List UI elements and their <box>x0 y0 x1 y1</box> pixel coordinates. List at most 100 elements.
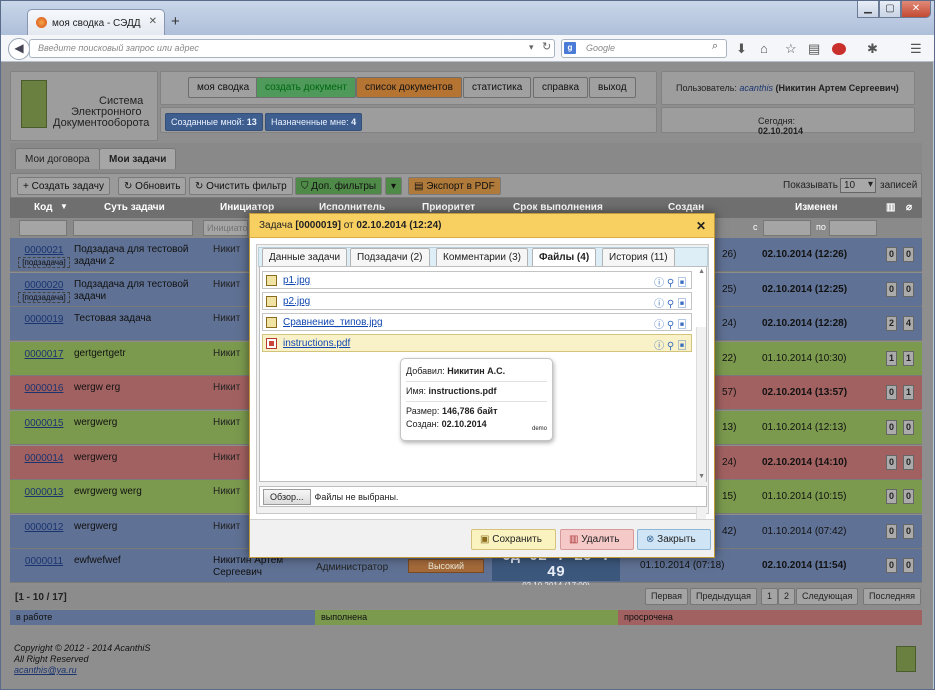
task-code[interactable]: 0000016 <box>16 383 72 394</box>
adblock-icon[interactable] <box>832 43 846 55</box>
google-icon[interactable]: g <box>564 42 576 54</box>
files-count[interactable]: 1 <box>903 350 914 366</box>
menu-create-document[interactable]: создать документ <box>256 77 356 98</box>
scroll-up-icon[interactable]: ▲ <box>698 268 705 275</box>
created-by-me-counter[interactable]: Созданные мной: 13 <box>165 113 263 131</box>
col-priority[interactable]: Приоритет <box>422 202 475 213</box>
home-icon[interactable]: ⌂ <box>760 41 768 56</box>
col-executor[interactable]: Исполнитель <box>319 202 385 213</box>
files-count[interactable]: 0 <box>903 247 914 262</box>
info-icon[interactable]: ⓘ <box>654 278 664 289</box>
page-size-select[interactable]: 10 ▾ <box>840 178 876 193</box>
info-icon[interactable]: ⓘ <box>654 320 664 331</box>
page-last-button[interactable]: Последняя <box>863 588 922 605</box>
window-close-button[interactable]: ✕ <box>901 1 931 18</box>
task-code-link[interactable]: 0000015 <box>25 418 64 429</box>
view-icon[interactable]: ⚲ <box>667 278 674 289</box>
col-initiator[interactable]: Инициатор <box>220 202 274 213</box>
comments-count[interactable]: 0 <box>886 385 897 401</box>
export-pdf-button[interactable]: ▤ Экспорт в PDF <box>408 177 501 195</box>
task-code-link[interactable]: 0000016 <box>25 383 64 394</box>
task-code-link[interactable]: 0000017 <box>25 349 64 360</box>
tab-task-data[interactable]: Данные задачи <box>262 248 348 266</box>
files-count[interactable]: 4 <box>903 316 914 332</box>
save-button[interactable]: ▣ Сохранить <box>471 529 556 550</box>
task-code[interactable]: 0000020 <box>16 280 72 291</box>
file-item[interactable]: instructions.pdf ⓘ ⚲ ▣ <box>262 334 692 352</box>
back-arrow-icon[interactable]: ◀ <box>8 38 30 60</box>
logo[interactable]: Система Электронного Документооборота <box>10 71 158 141</box>
file-link[interactable]: instructions.pdf <box>283 338 350 349</box>
page-first-button[interactable]: Первая <box>645 588 689 605</box>
download-icon[interactable]: ▣ <box>677 278 687 289</box>
files-count[interactable]: 0 <box>903 281 914 297</box>
files-count[interactable]: 0 <box>903 489 914 505</box>
task-code-link[interactable]: 0000011 <box>25 556 63 567</box>
files-count[interactable]: 0 <box>903 454 914 470</box>
new-tab-button[interactable]: + <box>171 13 180 30</box>
browser-tab[interactable]: моя сводка - СЭДД ✕ <box>27 9 165 35</box>
file-item[interactable]: p2.jpg ⓘ ⚲ ▣ <box>262 292 692 310</box>
tab-close-icon[interactable]: ✕ <box>149 16 157 27</box>
tab-files[interactable]: Файлы (4) <box>532 248 597 267</box>
task-code[interactable]: 0000019 <box>16 314 72 325</box>
assigned-to-me-counter[interactable]: Назначенные мне: 4 <box>265 113 363 131</box>
menu-document-list[interactable]: список документов <box>356 77 462 98</box>
comments-count[interactable]: 0 <box>886 454 897 470</box>
tab-subtasks[interactable]: Подзадачи (2) <box>350 248 430 266</box>
menu-exit[interactable]: выход <box>589 77 636 98</box>
extension-icon[interactable]: ✱ <box>867 41 878 57</box>
extra-filters-button[interactable]: ⛉ Доп. фильтры <box>295 177 383 195</box>
download-icon[interactable]: ▣ <box>677 299 687 310</box>
col-deadline[interactable]: Срок выполнения <box>513 202 603 213</box>
col-created[interactable]: Создан <box>668 202 704 213</box>
files-count[interactable]: 0 <box>903 558 914 574</box>
browse-button[interactable]: Обзор... <box>263 489 311 505</box>
comments-count[interactable]: 0 <box>886 489 897 505</box>
files-count[interactable]: 0 <box>903 523 914 539</box>
tab-contracts[interactable]: Мои договора <box>15 148 100 169</box>
filter-code-input[interactable] <box>19 220 67 236</box>
comments-count[interactable]: 1 <box>886 350 897 366</box>
extra-filters-dropdown[interactable]: ▾ <box>385 177 403 195</box>
task-code[interactable]: 0000017 <box>16 349 72 360</box>
maximize-button[interactable]: ▢ <box>879 1 901 18</box>
col-changed[interactable]: Изменен <box>795 202 838 213</box>
magnifier-icon[interactable]: ⌕ <box>712 40 718 53</box>
menu-icon[interactable]: ☰ <box>910 41 922 57</box>
comments-count[interactable]: 0 <box>886 523 897 539</box>
view-icon[interactable]: ⚲ <box>667 299 674 310</box>
col-code[interactable]: Код <box>34 202 52 213</box>
comments-count[interactable]: 2 <box>886 316 897 332</box>
menu-statistics[interactable]: статистика <box>463 77 532 98</box>
refresh-button[interactable]: ↻ Обновить <box>118 177 187 195</box>
reload-icon[interactable]: ↻ <box>542 40 551 53</box>
filter-from-input[interactable] <box>763 220 811 236</box>
download-icon[interactable]: ⬇ <box>736 41 747 57</box>
tab-tasks[interactable]: Мои задачи <box>99 148 177 169</box>
filter-initiator-input[interactable] <box>203 220 248 236</box>
page-2-button[interactable]: 2 <box>778 588 796 605</box>
task-code-link[interactable]: 0000012 <box>25 522 64 533</box>
menu-help[interactable]: справка <box>533 77 589 98</box>
modal-close-icon[interactable]: ✕ <box>696 219 706 233</box>
task-code-link[interactable]: 0000013 <box>25 487 64 498</box>
download-icon[interactable]: ▣ <box>677 320 687 331</box>
task-code-link[interactable]: 0000021 <box>25 245 64 256</box>
page-next-button[interactable]: Следующая <box>796 588 859 605</box>
view-icon[interactable]: ⚲ <box>667 320 674 331</box>
search-input[interactable]: Google <box>561 39 727 58</box>
task-code-link[interactable]: 0000014 <box>25 453 64 464</box>
task-code[interactable]: 0000012 <box>16 522 72 533</box>
task-code[interactable]: 0000014 <box>16 453 72 464</box>
page-1-button[interactable]: 1 <box>761 588 779 605</box>
files-count[interactable]: 1 <box>903 385 914 401</box>
task-code[interactable]: 0000011 <box>16 556 72 567</box>
delete-button[interactable]: ▥ Удалить <box>560 529 634 550</box>
file-link[interactable]: p2.jpg <box>283 296 310 307</box>
filter-essence-input[interactable] <box>73 220 193 236</box>
info-icon[interactable]: ⓘ <box>654 299 664 310</box>
dropdown-arrow-icon[interactable]: ▾ <box>529 42 534 53</box>
user-login[interactable]: acanthis <box>739 83 773 93</box>
filter-to-input[interactable] <box>829 220 877 236</box>
